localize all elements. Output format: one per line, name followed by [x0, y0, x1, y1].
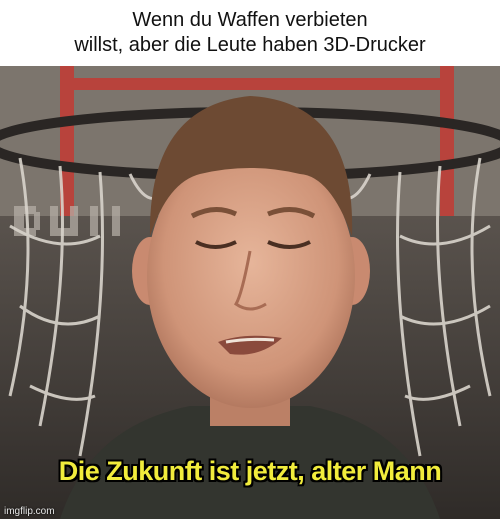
backboard-red-stripe-top — [60, 78, 454, 90]
top-caption-line-2: willst, aber die Leute haben 3D-Drucker — [74, 34, 426, 56]
meme-image: Wenn du Waffen verbieten willst, aber di… — [0, 0, 500, 519]
meme-photo — [0, 66, 500, 519]
imgflip-watermark: imgflip.com — [4, 506, 55, 517]
bottom-caption: Die Zukunft ist jetzt, alter Mann — [58, 456, 442, 486]
top-caption: Wenn du Waffen verbieten willst, aber di… — [0, 0, 500, 66]
boy-under-basketball-net-illustration — [0, 66, 500, 519]
top-caption-line-1: Wenn du Waffen verbieten — [132, 9, 368, 31]
